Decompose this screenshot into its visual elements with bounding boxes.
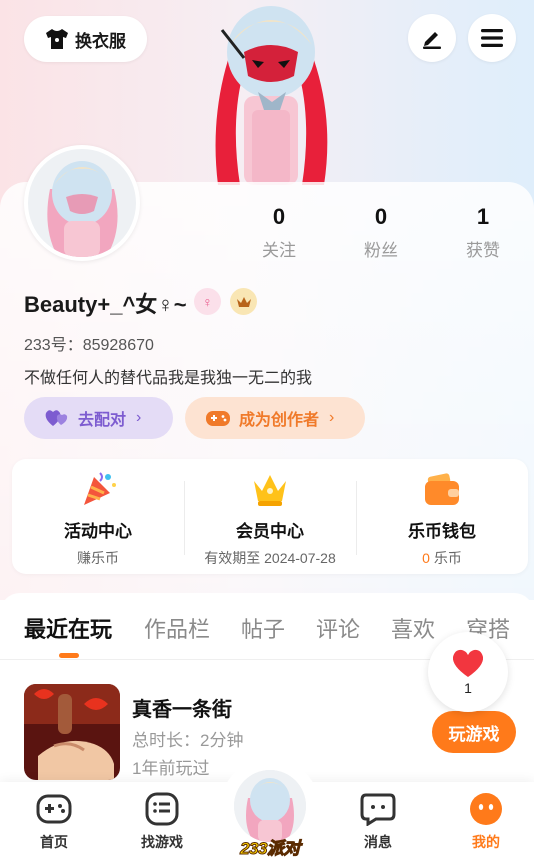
tab-recently-played[interactable]: 最近在玩 (24, 612, 112, 644)
tab-comments[interactable]: 评论 (316, 612, 360, 644)
menu-button[interactable] (468, 14, 516, 62)
chevron-right-icon: › (329, 409, 335, 426)
game-title[interactable]: 真香一条街 (132, 693, 232, 722)
become-creator-button[interactable]: 成为创作者 › (185, 397, 365, 439)
vip-expiry: 有效期至 2024-07-28 (204, 550, 336, 566)
user-id-label: 233号： (24, 337, 83, 354)
edit-profile-button[interactable] (408, 14, 456, 62)
pen-icon (423, 32, 441, 49)
pair-button-label: 去配对 (78, 412, 127, 429)
following-label: 关注 (262, 241, 296, 260)
chat-bubble-icon (360, 793, 396, 826)
game-thumbnail[interactable] (24, 684, 120, 780)
activity-center[interactable]: 活动中心 赚乐币 (12, 459, 184, 574)
coin-amount: 0 (422, 550, 430, 566)
followers-label: 粉丝 (364, 241, 398, 260)
play-game-button[interactable]: 玩游戏 (432, 711, 516, 753)
game-duration: 总时长：2分钟 (132, 731, 244, 750)
gamepad-icon (36, 794, 72, 824)
crown-badge-icon[interactable] (230, 288, 257, 315)
username: Beauty+_^女♀~ (24, 292, 187, 317)
nav-home[interactable]: 首页 (14, 792, 94, 852)
vip-center-title: 会员中心 (236, 522, 304, 541)
nav-messages[interactable]: 消息 (338, 792, 418, 852)
following-count: 0 (272, 204, 286, 229)
crown-icon (236, 296, 251, 307)
pair-button[interactable]: 去配对 › (24, 397, 173, 439)
followers-stat[interactable]: 0 粉丝 (331, 204, 431, 261)
nav-find-games-label: 找游戏 (141, 834, 183, 850)
shirt-icon (46, 29, 68, 49)
coin-wallet-title: 乐币钱包 (408, 522, 476, 541)
user-id: 233号：85928670 (24, 331, 154, 355)
hearts-icon (45, 410, 68, 426)
avatar-portrait-image (28, 149, 136, 257)
gamepad-icon (206, 411, 230, 426)
game-cover-image (24, 684, 120, 780)
wallet-icon (425, 473, 459, 505)
activity-center-subtitle: 赚乐币 (77, 550, 119, 566)
followers-count: 0 (374, 204, 388, 229)
likes-label: 获赞 (466, 241, 500, 260)
tab-likes[interactable]: 喜欢 (391, 612, 435, 644)
crown-icon (254, 475, 286, 506)
hamburger-icon (481, 29, 503, 47)
vip-center[interactable]: 会员中心 有效期至 2024-07-28 (184, 459, 356, 574)
nav-messages-label: 消息 (364, 834, 392, 850)
chevron-right-icon: › (136, 409, 142, 426)
likes-stat[interactable]: 1 获赞 (433, 204, 533, 261)
tab-works[interactable]: 作品栏 (144, 612, 210, 644)
like-button[interactable]: 1 (428, 632, 508, 712)
coin-wallet[interactable]: 乐币钱包 0 乐币 (356, 459, 528, 574)
nav-me[interactable]: 我的 (446, 792, 526, 852)
party-avatar-image (234, 770, 306, 842)
party-popper-icon (84, 472, 116, 505)
user-bio: 不做任何人的替代品我是我独一无二的我 (24, 370, 313, 387)
avatar[interactable] (24, 145, 140, 261)
nav-find-games[interactable]: 找游戏 (122, 792, 202, 852)
heart-icon (452, 649, 484, 677)
female-gender-icon: ♀ (194, 288, 221, 315)
list-icon (145, 792, 179, 826)
coin-balance: 0 乐币 (422, 548, 462, 568)
user-id-value: 85928670 (82, 337, 154, 354)
coin-unit: 乐币 (433, 550, 462, 566)
smile-face-icon (470, 793, 502, 825)
nav-party-label[interactable]: 233派对 (236, 834, 304, 859)
services-card: 活动中心 赚乐币 会员中心 有效期至 2024-07-28 乐币钱包 0 乐币 (12, 459, 528, 574)
nav-party-avatar[interactable] (234, 770, 306, 842)
like-count: 1 (464, 680, 472, 696)
game-last-played: 1年前玩过 (132, 759, 210, 778)
nav-home-label: 首页 (40, 834, 68, 850)
change-outfit-label: 换衣服 (75, 31, 126, 51)
become-creator-label: 成为创作者 (239, 412, 320, 429)
likes-count: 1 (476, 204, 490, 229)
active-tab-indicator (59, 653, 79, 658)
change-outfit-button[interactable]: 换衣服 (24, 16, 147, 62)
following-stat[interactable]: 0 关注 (229, 204, 329, 261)
avatar-character-figure[interactable] (200, 0, 342, 185)
nav-me-label: 我的 (472, 834, 500, 850)
tab-posts[interactable]: 帖子 (241, 612, 285, 644)
activity-center-title: 活动中心 (64, 522, 132, 541)
